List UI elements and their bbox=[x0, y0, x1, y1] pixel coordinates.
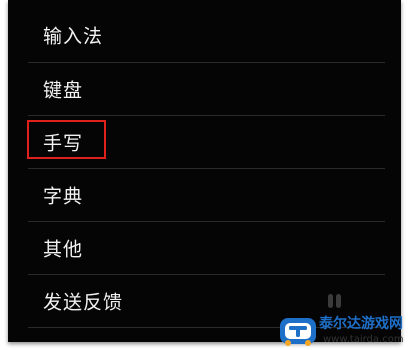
watermark-url: www.tairda.com bbox=[323, 334, 404, 345]
menu-item-dictionary[interactable]: 字典 bbox=[8, 168, 401, 221]
menu-item-label: 其他 bbox=[43, 238, 84, 260]
faded-icon bbox=[326, 294, 342, 308]
menu-item-label: 字典 bbox=[43, 185, 84, 207]
menu-item-other[interactable]: 其他 bbox=[8, 221, 401, 274]
watermark: 泰尔达游戏网 www.tairda.com bbox=[275, 312, 408, 350]
settings-menu-panel: 输入法 键盘 手写 字典 其他 发送反馈 bbox=[8, 0, 401, 342]
menu-item-label: 输入法 bbox=[43, 25, 104, 47]
tairda-logo-icon bbox=[280, 318, 316, 346]
menu-item-label: 发送反馈 bbox=[43, 291, 124, 313]
highlight-annotation-box bbox=[27, 120, 106, 159]
watermark-site-name: 泰尔达游戏网 bbox=[319, 316, 403, 332]
menu-item-input-method[interactable]: 输入法 bbox=[8, 8, 401, 61]
screenshot-frame: 输入法 键盘 手写 字典 其他 发送反馈 泰尔达游戏网 www.tairda.c… bbox=[0, 0, 408, 350]
menu-item-keyboard[interactable]: 键盘 bbox=[8, 62, 401, 115]
menu-item-label: 键盘 bbox=[43, 79, 84, 101]
